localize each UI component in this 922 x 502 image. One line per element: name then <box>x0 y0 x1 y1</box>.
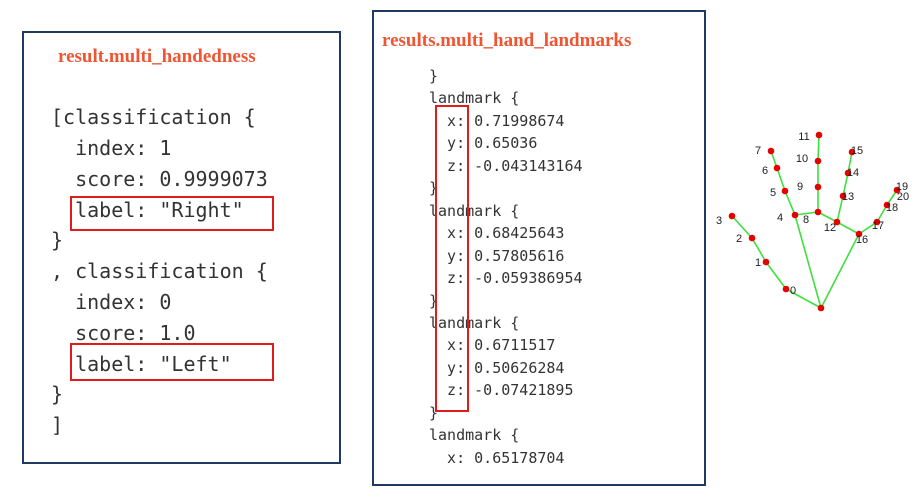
landmark-point-4 <box>728 212 736 220</box>
landmark-point-3 <box>748 234 756 242</box>
code-line: landmark { <box>429 426 520 444</box>
landmark-label-10: 10 <box>796 153 808 165</box>
landmark-point-10 <box>814 183 822 191</box>
hand-connection-line <box>765 261 787 290</box>
code-line: score: 0.9999073 <box>51 167 268 191</box>
landmark-label-13: 13 <box>842 191 854 203</box>
landmark-label-4: 4 <box>777 212 783 224</box>
hand-landmark-diagram: 0123 4567891011121314151617181920 <box>716 131 909 312</box>
landmark-label-0: 0 <box>790 285 796 297</box>
code-line: , classification { <box>51 259 268 283</box>
landmark-label-8: 8 <box>803 214 809 226</box>
axis-highlight <box>435 105 469 412</box>
landmark-point-7 <box>773 164 781 172</box>
landmarks-title: results.multi_hand_landmarks <box>382 30 632 51</box>
landmark-point-5 <box>791 211 799 219</box>
landmark-point-6 <box>781 187 789 195</box>
landmark-label-11: 11 <box>798 131 809 143</box>
code-line: } <box>51 382 64 406</box>
landmark-label-18: 18 <box>886 202 898 214</box>
code-line: ] <box>51 413 64 437</box>
code-line: } <box>429 67 439 85</box>
landmark-label-3: 3 <box>716 215 722 227</box>
landmark-label-12: 12 <box>824 222 836 234</box>
landmark-label-9: 9 <box>797 181 803 193</box>
landmark-label-6: 6 <box>762 165 768 177</box>
code-line: score: 1.0 <box>51 321 196 345</box>
hand-connection-line <box>820 233 860 309</box>
landmark-label-14: 14 <box>847 167 859 179</box>
landmark-point-12 <box>815 131 823 139</box>
landmark-point-11 <box>814 157 822 165</box>
code-line: [classification { <box>51 105 256 129</box>
code-line: index: 1 <box>51 136 172 160</box>
landmark-point-9 <box>814 208 822 216</box>
handedness-panel: result.multi_handedness [classification … <box>22 31 341 464</box>
landmark-label-20: 20 <box>897 191 909 203</box>
landmark-point-2 <box>762 258 770 266</box>
landmark-label-15: 15 <box>851 145 863 157</box>
hand-landmarks-panel: results.multi_hand_landmarks } landmark … <box>372 10 706 486</box>
hand-connection-line <box>794 214 822 309</box>
hand-connection-line <box>817 134 820 162</box>
hand-landmark-labels: 0123 4567891011121314151617181920 <box>716 131 909 297</box>
left-label-highlight <box>70 343 274 381</box>
landmark-point-0 <box>817 304 825 312</box>
landmark-label-7: 7 <box>755 145 761 157</box>
hand-connection-line <box>776 167 786 192</box>
landmark-label-16: 16 <box>856 234 868 246</box>
landmark-label-17: 17 <box>872 220 884 232</box>
hand-connection-line <box>836 221 860 235</box>
landmark-label-5: 5 <box>770 187 776 199</box>
code-line: index: 0 <box>51 290 172 314</box>
code-line: x: 0.65178704 <box>429 449 565 467</box>
landmark-point-1 <box>782 285 790 293</box>
right-label-highlight <box>70 196 274 231</box>
landmark-label-1: 1 <box>755 257 761 269</box>
hand-connection-line <box>784 190 796 216</box>
landmark-label-2: 2 <box>736 233 742 245</box>
handedness-title: result.multi_handedness <box>58 46 256 67</box>
landmark-point-8 <box>767 147 775 155</box>
code-line: } <box>51 228 64 252</box>
